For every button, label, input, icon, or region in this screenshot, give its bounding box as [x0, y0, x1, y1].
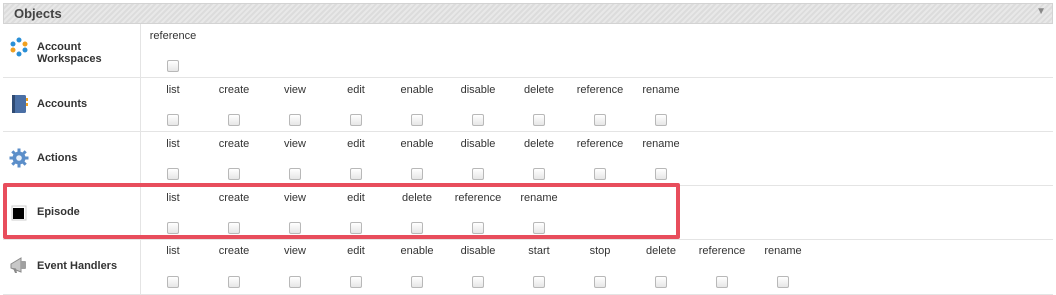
- perm-checkbox-enable[interactable]: [411, 168, 423, 180]
- perm-label-create: create: [218, 245, 250, 257]
- perm-checkbox-view[interactable]: [289, 114, 301, 126]
- perm-checkbox-edit[interactable]: [350, 168, 362, 180]
- perm-checkbox-rename[interactable]: [777, 276, 789, 288]
- perm-label-enable: enable: [400, 245, 434, 257]
- perm-checkbox-reference[interactable]: [716, 276, 728, 288]
- perm-checkbox-disable[interactable]: [472, 168, 484, 180]
- perm-label-start: start: [528, 245, 550, 257]
- object-name: Accounts: [37, 98, 88, 110]
- gear-icon: [9, 148, 29, 168]
- object-row-episode: Episode list create view edit delete ref…: [3, 185, 1053, 240]
- object-row-account-workspaces: Account Workspaces reference: [3, 24, 1053, 78]
- perm-label-reference: reference: [454, 192, 502, 204]
- perm-label-enable: enable: [400, 138, 434, 150]
- perm-label-edit: edit: [347, 245, 365, 257]
- perm-checkbox-reference[interactable]: [167, 60, 179, 72]
- object-row-actions: Actions list create view edit enable dis…: [3, 131, 1053, 186]
- perm-checkbox-create[interactable]: [228, 114, 240, 126]
- perm-checkbox-edit[interactable]: [350, 222, 362, 234]
- perm-label-rename: rename: [642, 138, 680, 150]
- perm-checkbox-enable[interactable]: [411, 114, 423, 126]
- perm-checkbox-reference[interactable]: [594, 168, 606, 180]
- perm-label-disable: disable: [460, 138, 496, 150]
- perm-checkbox-create[interactable]: [228, 222, 240, 234]
- perm-checkbox-list[interactable]: [167, 114, 179, 126]
- perm-checkbox-delete[interactable]: [533, 168, 545, 180]
- perm-checkbox-edit[interactable]: [350, 114, 362, 126]
- perm-label-view: view: [283, 84, 307, 96]
- perm-checkbox-disable[interactable]: [472, 114, 484, 126]
- object-name: Actions: [37, 152, 78, 164]
- perm-label-view: view: [283, 245, 307, 257]
- object-name: Account Workspaces: [37, 41, 102, 65]
- perm-checkbox-view[interactable]: [289, 168, 301, 180]
- object-cell: Account Workspaces: [3, 24, 141, 77]
- perm-label-reference: reference: [576, 138, 624, 150]
- object-name-line-2: Workspaces: [37, 53, 102, 65]
- perm-label-reference: reference: [698, 245, 746, 257]
- perm-label-disable: disable: [460, 245, 496, 257]
- perm-checkbox-disable[interactable]: [472, 276, 484, 288]
- perm-label-delete: delete: [524, 84, 554, 96]
- panel-title: Objects: [14, 6, 62, 21]
- perm-label-edit: edit: [347, 84, 365, 96]
- perm-checkbox-start[interactable]: [533, 276, 545, 288]
- perm-checkbox-delete[interactable]: [655, 276, 667, 288]
- perm-checkbox-view[interactable]: [289, 276, 301, 288]
- perm-label-create: create: [218, 192, 250, 204]
- perm-checkbox-enable[interactable]: [411, 276, 423, 288]
- perm-label-reference: reference: [149, 30, 197, 42]
- perm-label-edit: edit: [347, 138, 365, 150]
- perm-label-view: view: [283, 138, 307, 150]
- object-row-accounts: Accounts list create view edit enable di…: [3, 77, 1053, 132]
- dots-circle-icon: [10, 37, 28, 57]
- perm-label-reference: reference: [576, 84, 624, 96]
- megaphone-icon: [10, 257, 26, 273]
- perm-checkbox-rename[interactable]: [655, 114, 667, 126]
- object-cell: Event Handlers: [3, 239, 141, 294]
- perm-label-stop: stop: [589, 245, 611, 257]
- perm-checkbox-edit[interactable]: [350, 276, 362, 288]
- perm-checkbox-create[interactable]: [228, 168, 240, 180]
- perm-label-rename: rename: [520, 192, 558, 204]
- object-name: Event Handlers: [37, 260, 118, 272]
- perm-checkbox-rename[interactable]: [533, 222, 545, 234]
- perm-label-create: create: [218, 84, 250, 96]
- object-row-event-handlers: Event Handlers list create view edit ena…: [3, 239, 1053, 295]
- perm-label-rename: rename: [642, 84, 680, 96]
- black-square-icon: [11, 205, 27, 221]
- perm-label-delete: delete: [402, 192, 432, 204]
- object-name-line-1: Account: [37, 41, 81, 53]
- perm-label-delete: delete: [646, 245, 676, 257]
- perm-checkbox-view[interactable]: [289, 222, 301, 234]
- perm-checkbox-list[interactable]: [167, 222, 179, 234]
- object-cell: Episode: [3, 185, 141, 239]
- perm-label-rename: rename: [764, 245, 802, 257]
- perm-checkbox-rename[interactable]: [655, 168, 667, 180]
- perm-checkbox-delete[interactable]: [533, 114, 545, 126]
- perm-label-edit: edit: [347, 192, 365, 204]
- perm-checkbox-delete[interactable]: [411, 222, 423, 234]
- perm-checkbox-list[interactable]: [167, 276, 179, 288]
- object-cell: Actions: [3, 131, 141, 185]
- object-cell: Accounts: [3, 77, 141, 131]
- collapse-triangle-icon[interactable]: ▼: [1036, 6, 1046, 17]
- perm-label-create: create: [218, 138, 250, 150]
- perm-label-enable: enable: [400, 84, 434, 96]
- perm-checkbox-reference[interactable]: [594, 114, 606, 126]
- objects-panel-header[interactable]: Objects ▼: [3, 3, 1053, 24]
- perm-label-view: view: [283, 192, 307, 204]
- address-book-icon: [12, 95, 28, 113]
- perm-label-delete: delete: [524, 138, 554, 150]
- perm-label-list: list: [166, 245, 180, 257]
- perm-label-list: list: [166, 192, 180, 204]
- perm-checkbox-reference[interactable]: [472, 222, 484, 234]
- perm-label-list: list: [166, 138, 180, 150]
- perm-checkbox-list[interactable]: [167, 168, 179, 180]
- perm-checkbox-stop[interactable]: [594, 276, 606, 288]
- perm-label-list: list: [166, 84, 180, 96]
- perm-label-disable: disable: [460, 84, 496, 96]
- object-name: Episode: [37, 206, 80, 218]
- perm-checkbox-create[interactable]: [228, 276, 240, 288]
